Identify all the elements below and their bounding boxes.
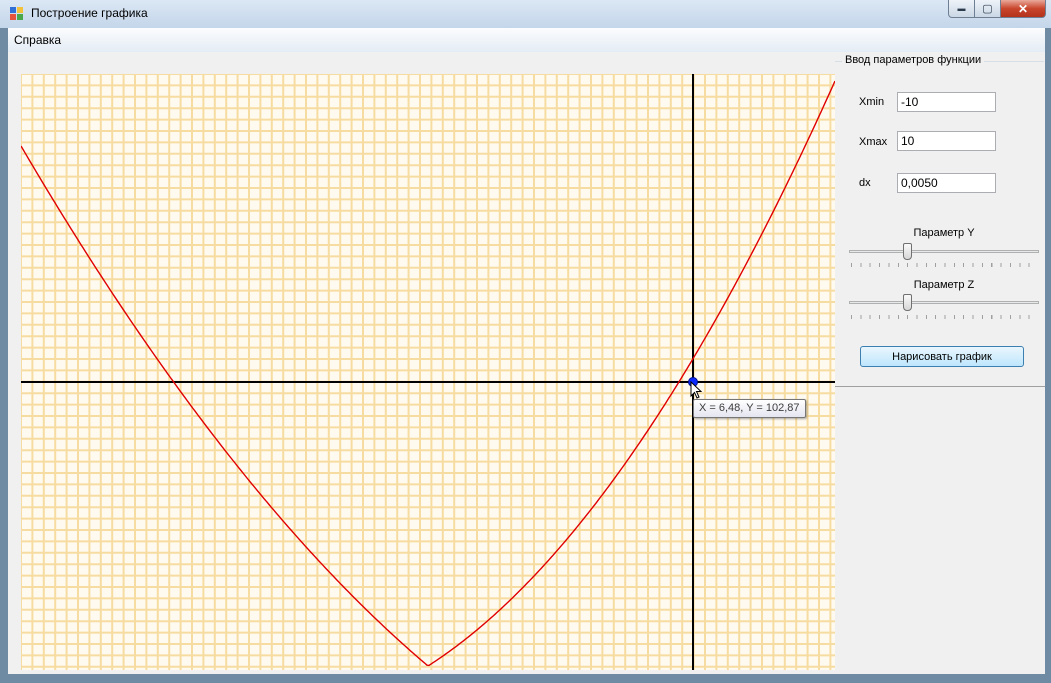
param-y-slider-thumb[interactable] <box>903 243 913 260</box>
minimize-button[interactable]: ▬ <box>948 0 975 18</box>
close-icon: ✕ <box>1017 1 1029 16</box>
param-y-label: Параметр Y <box>913 227 975 239</box>
param-y-track[interactable] <box>849 250 1039 253</box>
xmin-input[interactable] <box>897 92 996 112</box>
title-bar: Построение графика ▬ ▢ ✕ <box>0 0 1051 28</box>
close-button[interactable]: ✕ <box>1001 0 1046 18</box>
panel-divider <box>835 386 1045 387</box>
function-curve <box>21 80 835 667</box>
draw-graph-button[interactable]: Нарисовать график <box>860 346 1024 367</box>
grid-lines <box>21 74 835 670</box>
window-title: Построение графика <box>31 6 148 20</box>
xmax-input[interactable] <box>897 131 996 151</box>
param-z-ticks <box>851 315 1038 319</box>
xmin-label: Xmin <box>859 96 885 108</box>
minimize-icon: ▬ <box>957 4 966 13</box>
param-y-ticks <box>851 263 1038 267</box>
coordinate-tooltip: X = 6,48, Y = 102,87 <box>693 399 806 418</box>
param-z-label: Параметр Z <box>913 279 975 291</box>
maximize-icon: ▢ <box>982 3 993 15</box>
maximize-button[interactable]: ▢ <box>975 0 1001 18</box>
menu-item-help[interactable]: Справка <box>14 33 61 47</box>
menu-bar: Справка <box>8 28 1045 52</box>
param-z-slider-thumb[interactable] <box>903 294 913 311</box>
graph-canvas[interactable] <box>21 74 835 670</box>
dx-label: dx <box>859 177 871 189</box>
param-z-track[interactable] <box>849 301 1039 304</box>
dx-input[interactable] <box>897 173 996 193</box>
graph-svg <box>21 74 835 670</box>
mouse-cursor-icon <box>690 381 703 399</box>
app-icon <box>10 7 24 21</box>
parameters-group-title: Ввод параметров функции <box>842 54 985 66</box>
xmax-label: Xmax <box>859 136 888 148</box>
